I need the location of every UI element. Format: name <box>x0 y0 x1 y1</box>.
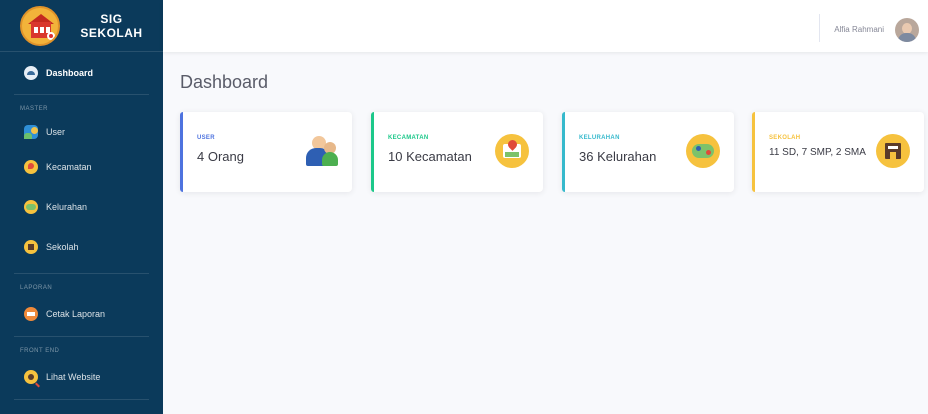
card-value: 10 Kecamatan <box>388 149 472 164</box>
card-value: 4 Orang <box>197 149 244 164</box>
sidebar-item-label: Dashboard <box>46 68 94 78</box>
sidebar-item-user[interactable]: User <box>0 117 163 147</box>
card-accent-bar <box>371 112 374 192</box>
sidebar-item-sekolah[interactable]: Sekolah <box>0 227 163 267</box>
brand[interactable]: SIG SEKOLAH <box>0 0 163 52</box>
card-label: KELURAHAN <box>579 135 620 141</box>
sidebar-item-label: User <box>46 127 66 137</box>
sidebar-heading-master: MASTER <box>20 106 49 112</box>
brand-line-1: SIG <box>100 11 123 26</box>
map-icon <box>495 134 529 168</box>
brand-title: SIG SEKOLAH <box>60 12 163 40</box>
users-icon <box>304 134 338 168</box>
school-icon <box>876 134 910 168</box>
card-label: KECAMATAN <box>388 135 429 141</box>
print-icon <box>24 307 38 321</box>
sidebar-heading-frontend: FRONT END <box>20 348 60 354</box>
card-label: USER <box>197 135 215 141</box>
card-accent-bar <box>562 112 565 192</box>
sidebar: SIG SEKOLAH Dashboard MASTER User Kecama… <box>0 0 163 414</box>
card-value: 36 Kelurahan <box>579 149 657 164</box>
card-label: SEKOLAH <box>769 135 801 141</box>
page-title: Dashboard <box>180 72 269 92</box>
sidebar-item-label: Cetak Laporan <box>46 309 106 319</box>
brand-line-2: SEKOLAH <box>80 25 143 40</box>
user-name[interactable]: Alfia Rahmani <box>834 25 884 34</box>
topbar: Alfia Rahmani <box>163 0 928 52</box>
sidebar-item-label: Lihat Website <box>46 372 101 382</box>
map-pin-icon <box>686 134 720 168</box>
sidebar-item-lihat-website[interactable]: Lihat Website <box>0 359 163 395</box>
card-user: USER 4 Orang <box>180 112 352 192</box>
sidebar-item-cetak-laporan[interactable]: Cetak Laporan <box>0 296 163 332</box>
sidebar-item-kecamatan[interactable]: Kecamatan <box>0 147 163 187</box>
logo-icon <box>20 5 60 46</box>
sidebar-item-dashboard[interactable]: Dashboard <box>0 52 163 94</box>
card-accent-bar <box>180 112 183 192</box>
topbar-divider <box>819 14 820 42</box>
map-icon <box>24 160 38 174</box>
divider <box>14 399 149 400</box>
card-kecamatan: KECAMATAN 10 Kecamatan <box>371 112 543 192</box>
card-accent-bar <box>752 112 755 192</box>
sidebar-item-label: Kecamatan <box>46 162 92 172</box>
eye-icon <box>24 370 40 388</box>
users-icon <box>24 125 38 139</box>
card-value: 11 SD, 7 SMP, 2 SMA <box>769 147 866 158</box>
dashboard-icon <box>24 66 38 80</box>
sidebar-heading-laporan: LAPORAN <box>20 285 53 291</box>
card-sekolah: SEKOLAH 11 SD, 7 SMP, 2 SMA <box>752 112 924 192</box>
map-pin-icon <box>24 200 38 214</box>
sidebar-item-kelurahan[interactable]: Kelurahan <box>0 187 163 227</box>
app: SIG SEKOLAH Dashboard MASTER User Kecama… <box>0 0 928 414</box>
card-kelurahan: KELURAHAN 36 Kelurahan <box>562 112 734 192</box>
school-icon <box>24 240 38 254</box>
sidebar-item-label: Sekolah <box>46 242 79 252</box>
avatar[interactable] <box>895 18 919 42</box>
sidebar-item-label: Kelurahan <box>46 202 88 212</box>
